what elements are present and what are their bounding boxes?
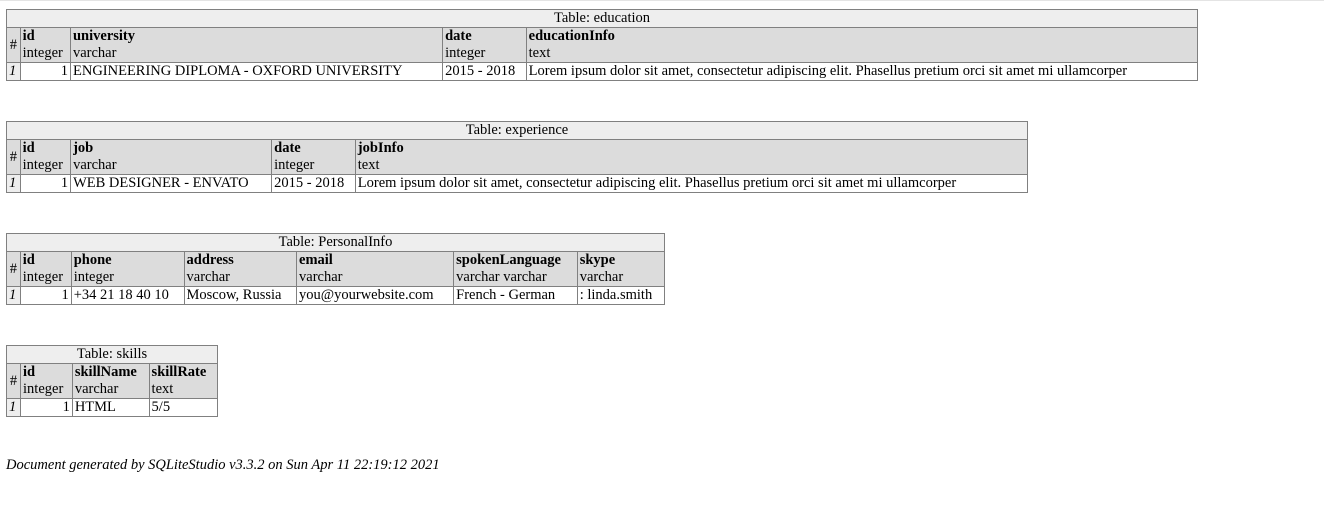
table-cell-skillname: HTML <box>71 398 150 417</box>
column-header-phone: phone integer <box>70 251 185 287</box>
table-caption: Table: experience <box>6 121 1028 140</box>
column-header-job: job varchar <box>70 139 273 175</box>
table-cell-date: 2015 - 2018 <box>442 62 527 81</box>
column-type: integer <box>23 381 64 397</box>
table-cell-date: 2015 - 2018 <box>271 174 356 193</box>
table-caption-row: Table: skills <box>6 345 218 364</box>
table-row: 1 1 WEB DESIGNER - ENVATO 2015 - 2018 Lorem … <box>6 174 1029 193</box>
column-name: phone <box>73 252 112 268</box>
column-name: skillRate <box>151 364 207 380</box>
table-header-row: # id integer phone integer address varchar emai… <box>6 251 666 287</box>
column-header-address: address varchar <box>183 251 298 287</box>
table-experience: Table: experience # id integer job varchar dat… <box>6 121 1029 193</box>
column-header-spokenlanguage: spokenLanguage varchar varchar <box>453 251 578 287</box>
column-type: integer <box>22 45 63 61</box>
table-cell-university: ENGINEERING DIPLOMA - OXFORD UNIVERSITY <box>69 62 444 81</box>
row-number: 1 <box>6 62 21 81</box>
column-type: varchar <box>73 157 117 173</box>
table-skills: Table: skills # id integer skillName varchar s… <box>5 345 219 417</box>
column-header-id: id integer <box>20 363 73 399</box>
column-type: text <box>151 381 174 397</box>
table-cell-jobinfo: Lorem ipsum dolor sit amet, consectetur … <box>354 174 1029 193</box>
column-type: varchar varchar <box>456 269 547 285</box>
table-header-row: # id integer job varchar date integer jobInfo te… <box>6 139 1029 175</box>
column-type: integer <box>274 157 315 173</box>
column-header-skillrate: skillRate text <box>148 363 219 399</box>
table-caption: Table: education <box>6 9 1198 28</box>
generated-by-footer: Document generated by SQLiteStudio v3.3.… <box>6 457 440 473</box>
table-cell-email: you@yourwebsite.com <box>296 286 455 305</box>
row-number: 1 <box>5 398 22 417</box>
table-cell-id: 1 <box>19 286 72 305</box>
table-personalinfo: Table: PersonalInfo # id integer phone intege… <box>6 233 666 305</box>
column-name: skype <box>579 252 616 268</box>
column-name: id <box>22 252 35 268</box>
table-cell-address: Moscow, Russia <box>183 286 298 305</box>
column-name: date <box>274 140 301 156</box>
column-name: spokenLanguage <box>456 252 561 268</box>
table-education: Table: education # id integer university varc… <box>6 9 1199 81</box>
column-header-id: id integer <box>19 139 72 175</box>
column-name: jobInfo <box>357 140 404 156</box>
table-cell-skillrate: 5/5 <box>148 398 219 417</box>
row-number-header: # <box>6 27 21 63</box>
column-type: varchar <box>186 269 230 285</box>
column-name: skillName <box>74 364 137 380</box>
table-header-row: # id integer skillName varchar skillRate text <box>5 363 219 399</box>
column-header-date: date integer <box>271 139 356 175</box>
column-type: varchar <box>579 269 624 285</box>
column-name: university <box>72 28 136 44</box>
column-header-skillname: skillName varchar <box>71 363 150 399</box>
table-cell-educationinfo: Lorem ipsum dolor sit amet, consectetur … <box>525 62 1199 81</box>
table-cell-spokenlanguage: French - German <box>453 286 578 305</box>
column-type: text <box>528 45 551 61</box>
table-row: 1 1 HTML 5/5 <box>5 398 219 417</box>
column-type: integer <box>22 269 64 285</box>
column-header-jobinfo: jobInfo text <box>354 139 1029 175</box>
column-name: id <box>23 364 36 380</box>
column-header-id: id integer <box>19 27 71 63</box>
table-cell-id: 1 <box>19 174 72 193</box>
row-number-header: # <box>5 363 22 399</box>
column-type: integer <box>22 157 63 173</box>
row-number: 1 <box>6 286 21 305</box>
column-type: varchar <box>72 45 117 61</box>
table-cell-skype: : linda.smith <box>576 286 666 305</box>
column-name: job <box>73 140 94 156</box>
table-caption: Table: PersonalInfo <box>6 233 665 252</box>
column-header-id: id integer <box>19 251 72 287</box>
table-cell-id: 1 <box>19 62 71 81</box>
column-header-date: date integer <box>442 27 527 63</box>
column-header-university: university varchar <box>69 27 444 63</box>
table-caption-row: Table: PersonalInfo <box>6 233 665 252</box>
column-header-email: email varchar <box>296 251 455 287</box>
table-cell-job: WEB DESIGNER - ENVATO <box>70 174 273 193</box>
row-number-header: # <box>6 139 21 175</box>
column-header-skype: skype varchar <box>576 251 666 287</box>
table-cell-phone: +34 21 18 40 10 <box>70 286 185 305</box>
column-name: educationInfo <box>528 28 615 44</box>
table-row: 1 1 +34 21 18 40 10 Moscow, Russia you@yourw… <box>6 286 666 305</box>
table-cell-id: 1 <box>20 398 73 417</box>
column-type: integer <box>445 45 486 61</box>
top-divider <box>0 0 1324 1</box>
row-number-header: # <box>6 251 21 287</box>
table-caption-row: Table: experience <box>6 121 1028 140</box>
table-caption: Table: skills <box>6 345 218 364</box>
table-caption-row: Table: education <box>6 9 1198 28</box>
row-number: 1 <box>6 174 21 193</box>
column-name: address <box>186 252 234 268</box>
column-type: text <box>357 157 380 173</box>
table-row: 1 1 ENGINEERING DIPLOMA - OXFORD UNIVERSIT… <box>6 62 1199 81</box>
column-type: varchar <box>74 381 119 397</box>
column-name: id <box>22 140 35 156</box>
column-name: date <box>445 28 472 44</box>
column-header-educationinfo: educationInfo text <box>525 27 1199 63</box>
column-name: id <box>22 28 35 44</box>
table-header-row: # id integer university varchar date integer ed… <box>6 27 1199 63</box>
column-name: email <box>299 252 333 268</box>
column-type: integer <box>73 269 114 285</box>
column-type: varchar <box>299 269 343 285</box>
